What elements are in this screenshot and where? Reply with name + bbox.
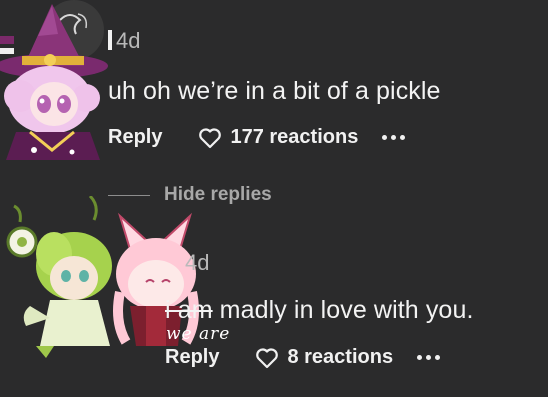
reply-button-2[interactable]: Reply (165, 346, 219, 369)
username-fragment[interactable] (108, 30, 112, 50)
handwritten-correction: we are (166, 324, 231, 344)
comment-timestamp: 4d (116, 28, 141, 53)
comment-text: uh oh we’re in a bit of a pickle (108, 77, 441, 105)
reactions-count-2: 8 reactions (287, 346, 394, 368)
reply-text: i am madly in love with you. (165, 296, 474, 325)
reply-text-rest: madly in love with you. (212, 296, 474, 324)
reactions-button-2[interactable]: 8 reactions (255, 346, 393, 369)
heart-outline-icon (256, 347, 279, 368)
more-dots-icon (382, 135, 388, 140)
reply-button[interactable]: Reply (108, 126, 162, 149)
comment-actions: Reply 177 reactions (108, 126, 406, 149)
more-options-button-2[interactable] (417, 355, 441, 360)
more-dots-icon (417, 355, 423, 360)
reactions-count: 177 reactions (230, 126, 359, 148)
reply-timestamp: 4d (185, 250, 210, 275)
struck-text: i am (165, 296, 213, 324)
reply-meta: 4d (185, 250, 209, 276)
more-options-button[interactable] (382, 135, 406, 140)
witch-avatar-image (0, 0, 108, 160)
heart-outline-icon (199, 127, 222, 148)
comment-meta: 4d (108, 28, 140, 54)
reply-actions: Reply 8 reactions (165, 346, 441, 369)
reactions-button[interactable]: 177 reactions (198, 126, 358, 149)
commenter-avatar[interactable] (0, 0, 108, 160)
